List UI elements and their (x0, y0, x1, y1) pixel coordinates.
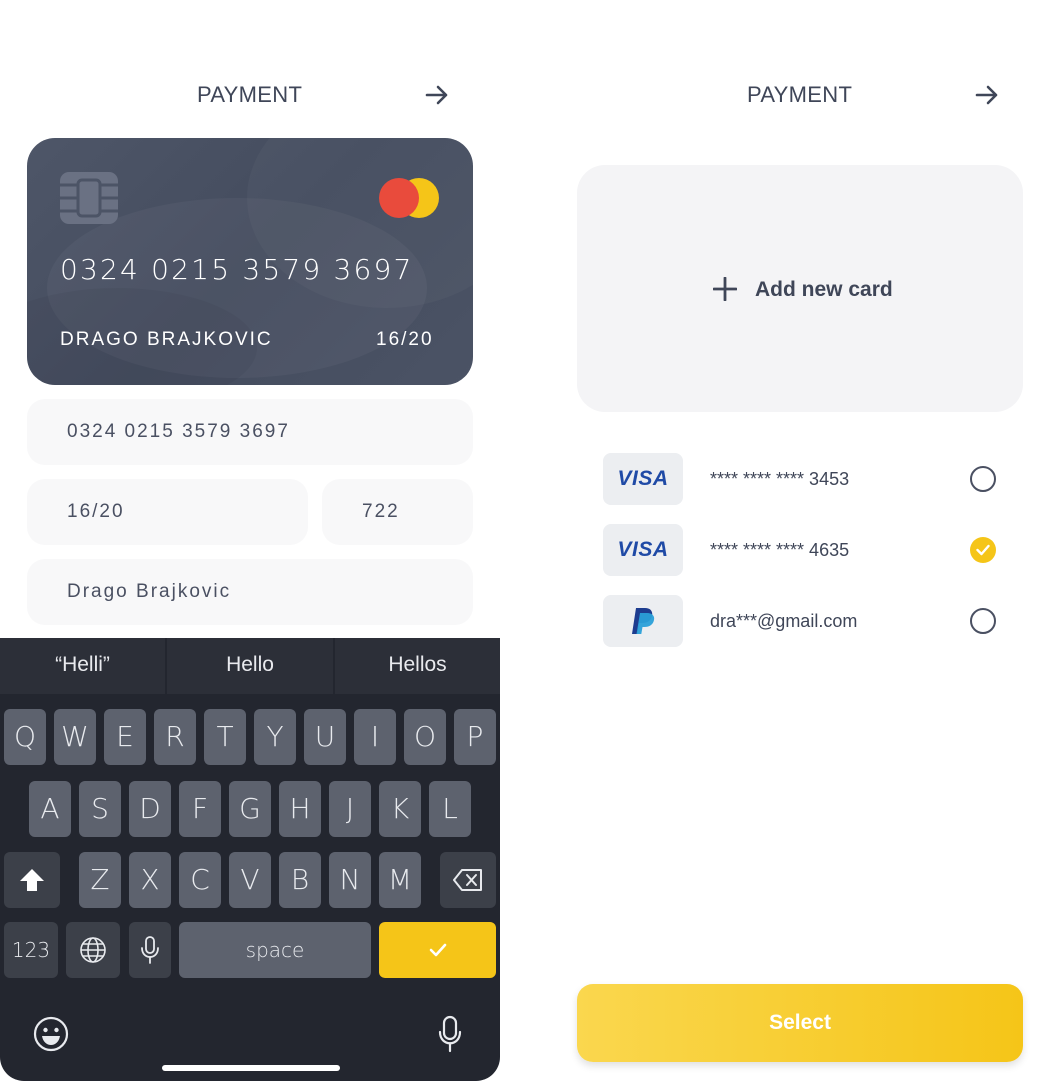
microphone-icon (141, 936, 159, 964)
key-f[interactable]: F (179, 781, 221, 837)
key-a[interactable]: A (29, 781, 71, 837)
suggestion-item[interactable]: Hellos (335, 638, 500, 694)
numbers-key[interactable]: 123 (4, 922, 58, 978)
key-t[interactable]: T (204, 709, 246, 765)
visa-logo: VISA (603, 453, 683, 505)
add-new-card-label: Add new card (755, 278, 893, 301)
dictation-key[interactable] (129, 922, 171, 978)
globe-key[interactable] (66, 922, 120, 978)
key-q[interactable]: Q (4, 709, 46, 765)
visa-logo: VISA (603, 524, 683, 576)
key-w[interactable]: W (54, 709, 96, 765)
add-new-card-button[interactable]: Add new card (577, 165, 1023, 412)
card-holder-display: DRAGO BRAJKOVIC (60, 329, 273, 350)
space-key[interactable]: space (179, 922, 371, 978)
key-p[interactable]: P (454, 709, 496, 765)
radio-button-selected[interactable] (970, 537, 996, 563)
globe-icon (80, 937, 106, 963)
visa-wordmark: VISA (617, 467, 669, 490)
select-button[interactable]: Select (577, 984, 1023, 1062)
expiry-field[interactable]: 16/20 (27, 479, 308, 545)
cvv-field[interactable]: 722 (322, 479, 473, 545)
payment-method-row[interactable]: dra***@gmail.com (603, 595, 1003, 647)
chip-icon (60, 172, 118, 224)
payment-method-label: dra***@gmail.com (710, 611, 858, 631)
key-z[interactable]: Z (79, 852, 121, 908)
done-key[interactable] (379, 922, 496, 978)
payment-method-label: **** **** **** 4635 (710, 540, 850, 560)
credit-card: 0324 0215 3579 3697 DRAGO BRAJKOVIC 16/2… (27, 138, 473, 385)
on-screen-keyboard: “Helli” Hello Hellos Q W E R T Y U I O P… (0, 638, 500, 1081)
key-o[interactable]: O (404, 709, 446, 765)
key-e[interactable]: E (104, 709, 146, 765)
paypal-logo (603, 595, 683, 647)
key-k[interactable]: K (379, 781, 421, 837)
suggestion-bar: “Helli” Hello Hellos (0, 638, 500, 694)
page-title: PAYMENT (197, 82, 303, 107)
card-entry-screen: PAYMENT 0324 0215 3579 3697 DRAGO BRAJKO… (0, 0, 500, 1083)
card-expiry-display: 16/20 (376, 329, 434, 350)
key-v[interactable]: V (229, 852, 271, 908)
suggestion-item[interactable]: “Helli” (0, 638, 165, 694)
key-n[interactable]: N (329, 852, 371, 908)
suggestion-item[interactable]: Hello (167, 638, 333, 694)
microphone-icon[interactable] (438, 1015, 462, 1053)
mastercard-icon (379, 178, 439, 218)
emoji-icon[interactable] (32, 1015, 70, 1053)
key-s[interactable]: S (79, 781, 121, 837)
key-r[interactable]: R (154, 709, 196, 765)
key-l[interactable]: L (429, 781, 471, 837)
radio-button[interactable] (970, 466, 996, 492)
key-y[interactable]: Y (254, 709, 296, 765)
key-u[interactable]: U (304, 709, 346, 765)
page-title: PAYMENT (747, 82, 853, 107)
checkmark-icon (429, 943, 446, 957)
shift-key[interactable] (4, 852, 60, 908)
radio-button[interactable] (970, 608, 996, 634)
card-number-display: 0324 0215 3579 3697 (60, 253, 414, 286)
payment-method-row[interactable]: VISA **** **** **** 4635 (603, 524, 1003, 576)
shift-icon (20, 869, 44, 891)
key-c[interactable]: C (179, 852, 221, 908)
backspace-key[interactable] (440, 852, 496, 908)
backspace-icon (453, 869, 482, 891)
home-indicator (162, 1065, 340, 1071)
payment-method-label: **** **** **** 3453 (710, 469, 850, 489)
visa-wordmark: VISA (617, 538, 669, 561)
cardholder-name-field[interactable]: Drago Brajkovic (27, 559, 473, 625)
key-x[interactable]: X (129, 852, 171, 908)
payment-methods-screen: PAYMENT Add new card VISA **** **** ****… (550, 0, 1050, 1083)
arrow-right-icon[interactable] (424, 82, 450, 108)
plus-icon (713, 277, 737, 301)
key-b[interactable]: B (279, 852, 321, 908)
payment-method-row[interactable]: VISA **** **** **** 3453 (603, 453, 1003, 505)
paypal-icon (632, 608, 655, 634)
key-j[interactable]: J (329, 781, 371, 837)
key-g[interactable]: G (229, 781, 271, 837)
arrow-right-icon[interactable] (974, 82, 1000, 108)
key-i[interactable]: I (354, 709, 396, 765)
key-m[interactable]: M (379, 852, 421, 908)
key-d[interactable]: D (129, 781, 171, 837)
card-number-field[interactable]: 0324 0215 3579 3697 (27, 399, 473, 465)
key-h[interactable]: H (279, 781, 321, 837)
checkmark-icon (976, 544, 990, 556)
